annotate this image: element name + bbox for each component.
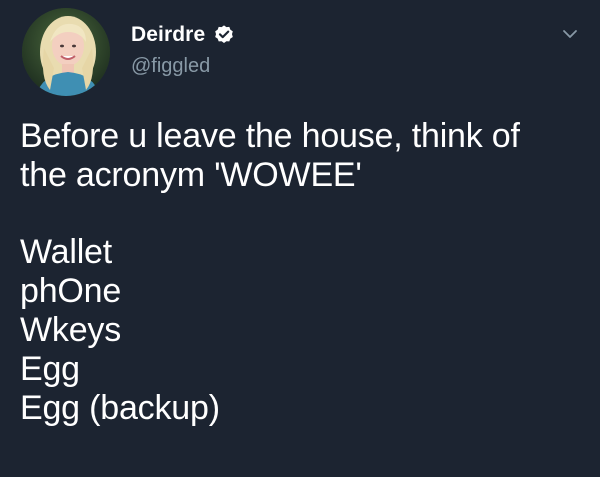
tweet-intro-line-1: Before u leave the house, think of — [20, 117, 520, 155]
profile-photo — [22, 8, 110, 96]
list-item: Wallet — [20, 233, 113, 271]
list-item: Wkeys — [20, 311, 122, 349]
list-item: Egg (backup) — [20, 389, 220, 427]
tweet-intro-line-2: the acronym 'WOWEE' — [20, 156, 362, 194]
tweet-card: Deirdre @figgled Before u leave the hous… — [0, 0, 600, 477]
chevron-down-icon[interactable] — [560, 24, 580, 44]
list-item: Egg — [20, 350, 80, 388]
author-name-row[interactable]: Deirdre — [131, 21, 235, 49]
display-name[interactable]: Deirdre — [131, 23, 205, 47]
verified-badge-icon — [213, 24, 235, 46]
avatar[interactable] — [22, 8, 110, 96]
list-item: phOne — [20, 272, 122, 310]
tweet-text: Before u leave the house, think of the a… — [20, 117, 590, 428]
acronym-list: Wallet phOne Wkeys Egg Egg (backup) — [20, 233, 590, 428]
author-handle[interactable]: @figgled — [131, 55, 210, 78]
